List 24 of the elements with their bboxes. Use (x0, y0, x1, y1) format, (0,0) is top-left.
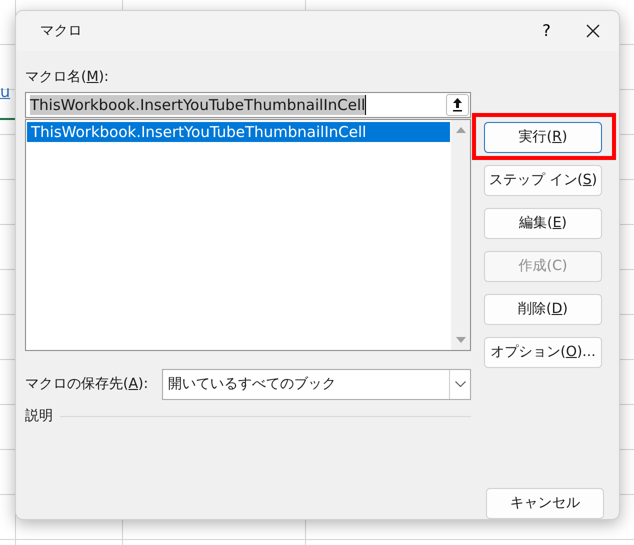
scroll-up-icon[interactable] (456, 126, 466, 132)
upload-button[interactable] (446, 94, 469, 116)
dropdown[interactable]: 開いているすべてのブック (162, 368, 471, 400)
dialog-button[interactable]: オプション(O)... (484, 337, 602, 368)
cancel-button[interactable]: キャンセル (486, 488, 604, 519)
list-item[interactable]: ThisWorkbook.InsertYouTubeThumbnailInCell (27, 122, 450, 142)
dialog-button[interactable]: 編集(E) (484, 208, 602, 239)
dialog-button[interactable]: ステップ イン(S) (484, 165, 602, 196)
scrollbar[interactable] (451, 120, 470, 350)
scroll-down-icon[interactable] (456, 336, 466, 344)
field-label: マクロの保存先(A): (25, 374, 148, 394)
input-field[interactable]: ThisWorkbook.InsertYouTubeThumbnailInCell (25, 92, 471, 118)
macro-list[interactable]: ThisWorkbook.InsertYouTubeThumbnailInCell (25, 118, 471, 350)
dialog-button[interactable]: 実行(R) (484, 122, 602, 153)
section-label: 説明 (25, 406, 53, 426)
help-button[interactable]: ? (524, 11, 570, 51)
hyperlink-text[interactable]: u (0, 80, 10, 104)
dialog-button[interactable]: 削除(D) (484, 294, 602, 325)
window-title: マクロ (40, 22, 82, 40)
selected-text: ThisWorkbook.InsertYouTubeThumbnailInCell (30, 94, 366, 114)
close-icon (586, 24, 600, 38)
up-arrow-icon (452, 97, 463, 112)
field-label: マクロ名(M): (25, 68, 110, 87)
chevron-down-icon (454, 381, 466, 387)
